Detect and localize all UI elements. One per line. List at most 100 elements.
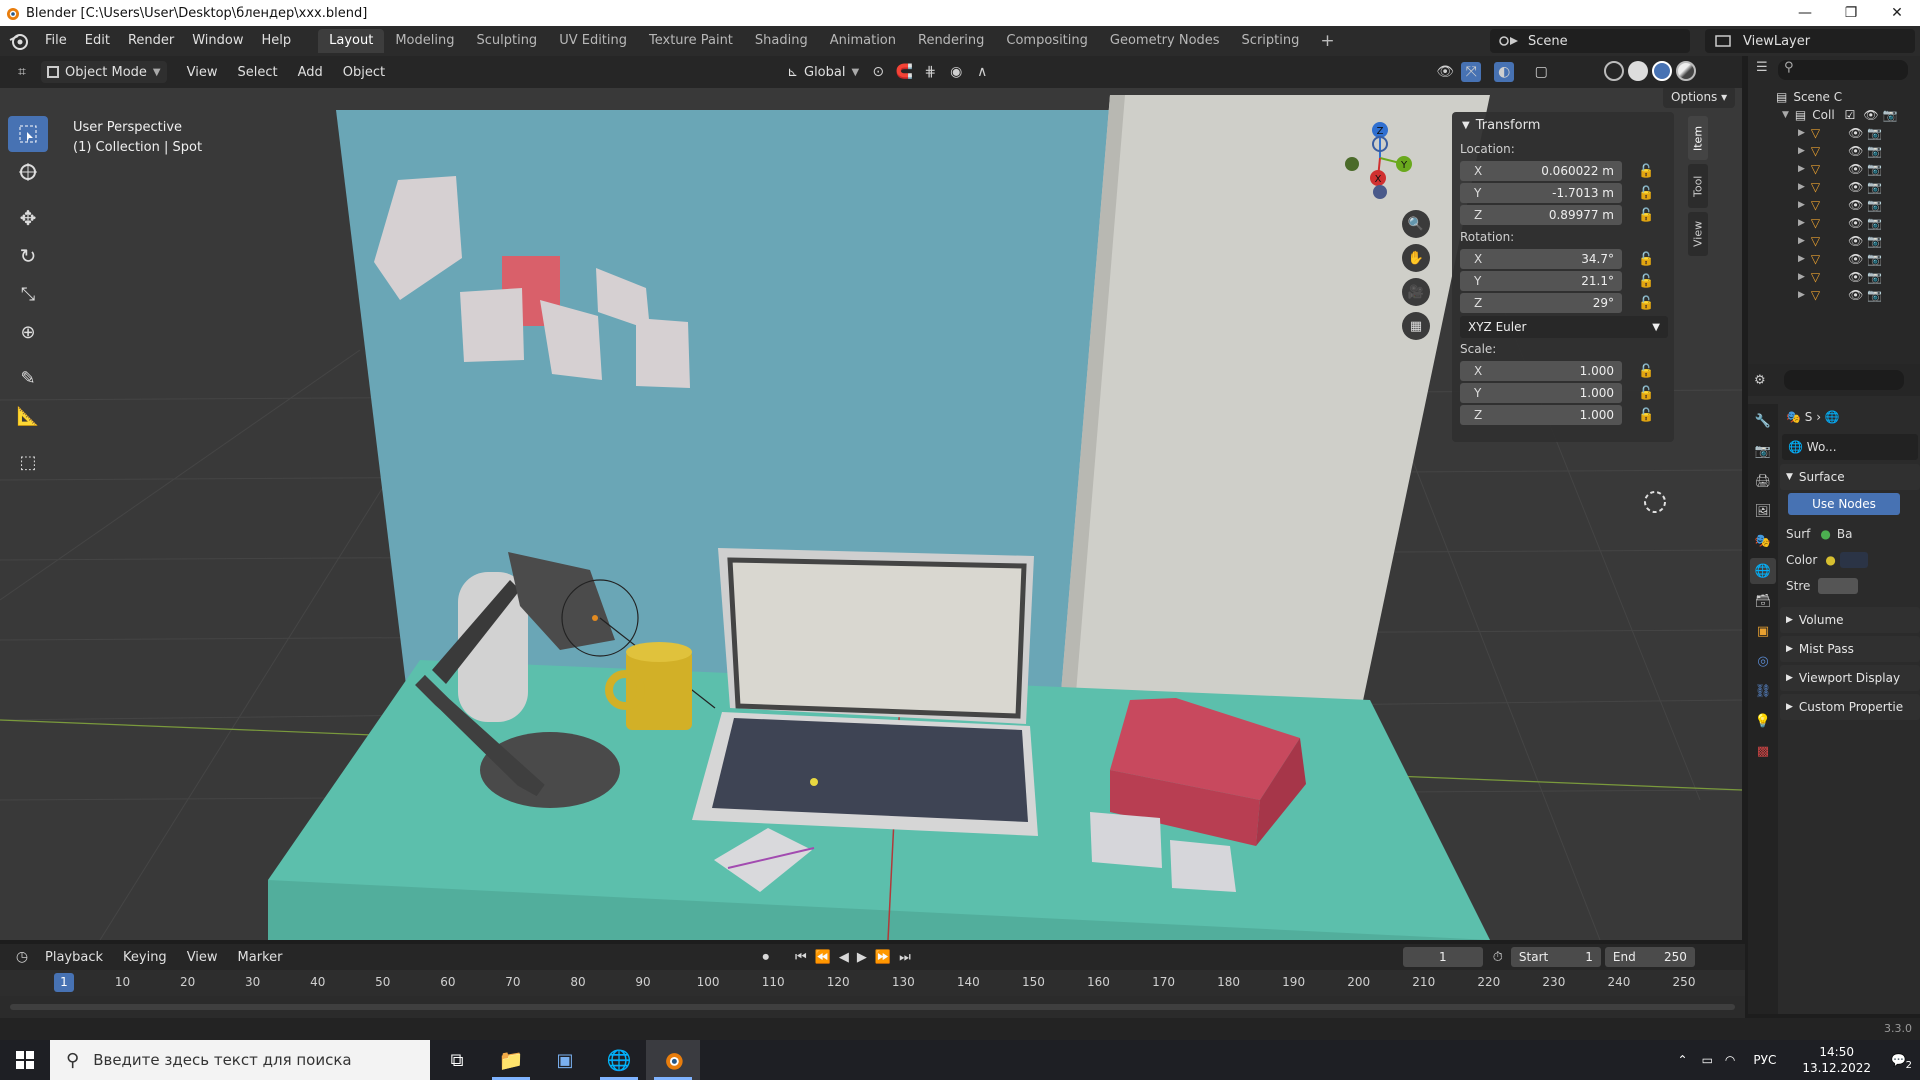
camera-view-button[interactable]: 🎥 — [1402, 278, 1430, 306]
data-tab[interactable]: 💡 — [1750, 708, 1776, 734]
view-layer-tab[interactable]: 🖼 — [1750, 498, 1776, 524]
surface-panel-header[interactable]: ▼ Surface — [1780, 464, 1920, 490]
eye-icon[interactable]: 👁 — [1848, 198, 1863, 212]
rendered-shading-icon[interactable] — [1676, 61, 1696, 81]
clock[interactable]: 14:50 13.12.2022 — [1802, 1044, 1871, 1076]
solid-shading-icon[interactable] — [1628, 61, 1648, 81]
menu-marker[interactable]: Marker — [228, 950, 293, 965]
annotate-tool[interactable]: ✎ — [8, 360, 48, 396]
tab-view[interactable]: View — [1688, 212, 1708, 256]
scale-tool[interactable]: ⤡ — [8, 276, 48, 312]
prev-keyframe-icon[interactable]: ⏪ — [815, 950, 831, 965]
object-tab[interactable]: ▣ — [1750, 618, 1776, 644]
editor-type-icon[interactable]: ⌗ — [12, 62, 32, 82]
location-y-field[interactable]: Y -1.7013 m — [1460, 183, 1622, 203]
editor-type-icon[interactable]: ◷ — [12, 947, 32, 967]
camera-icon[interactable]: 📷 — [1867, 180, 1882, 194]
chevron-up-icon[interactable]: ⌃ — [1678, 1053, 1688, 1067]
menu-timeline-view[interactable]: View — [177, 950, 228, 965]
notification-icon[interactable]: 💬 2 — [1891, 1053, 1912, 1071]
timeline-scrollbar[interactable] — [10, 1004, 1735, 1010]
ortho-toggle-button[interactable]: ▦ — [1402, 312, 1430, 340]
tab-shading[interactable]: Shading — [744, 29, 819, 53]
menu-file[interactable]: File — [36, 26, 76, 56]
snap-target-icon[interactable]: ⋕ — [920, 62, 940, 82]
view-layer-selector[interactable]: ViewLayer — [1705, 29, 1915, 53]
world-tab[interactable]: 🌐 — [1750, 558, 1776, 584]
select-box-tool[interactable] — [8, 116, 48, 152]
tool-tab[interactable]: 🔧 — [1750, 408, 1776, 434]
properties-search[interactable] — [1783, 370, 1904, 390]
output-tab[interactable]: 🖨 — [1750, 468, 1776, 494]
scale-y-field[interactable]: Y 1.000 — [1460, 383, 1622, 403]
outliner-scene-row[interactable]: ▤ Scene C — [1748, 88, 1920, 106]
eye-icon[interactable]: 👁 — [1848, 126, 1863, 140]
cursor-tool[interactable] — [8, 154, 48, 190]
snap-icon[interactable]: 🧲 — [894, 62, 914, 82]
orientation-dropdown[interactable]: ⊾ Global ▼ — [781, 61, 865, 83]
menu-edit[interactable]: Edit — [76, 26, 119, 56]
wifi-icon[interactable]: ◠ — [1725, 1053, 1735, 1067]
record-icon[interactable]: ⏺ — [762, 950, 769, 965]
chrome-button[interactable]: 🌐 — [592, 1040, 646, 1080]
outliner-object-row[interactable]: ▶ ▽ 👁 📷 — [1748, 286, 1920, 304]
outliner-object-row[interactable]: ▶ ▽ 👁 📷 — [1748, 268, 1920, 286]
camera-icon[interactable]: 📷 — [1867, 198, 1882, 212]
camera-icon[interactable]: 📷 — [1867, 216, 1882, 230]
timeline-ruler[interactable]: 1 11020304050607080901001101201301401501… — [0, 970, 1745, 996]
lock-icon[interactable]: 🔓 — [1638, 386, 1654, 401]
constraints-tab[interactable]: ⛓ — [1750, 678, 1776, 704]
world-selector[interactable]: 🌐 Wo... — [1782, 434, 1918, 460]
jump-start-icon[interactable]: ⏮ — [795, 950, 807, 965]
tab-sculpting[interactable]: Sculpting — [465, 29, 548, 53]
volume-panel-header[interactable]: ▶ Volume — [1780, 607, 1920, 633]
render-tab[interactable]: 📷 — [1750, 438, 1776, 464]
eye-icon[interactable]: 👁 — [1848, 234, 1863, 248]
outliner-object-row[interactable]: ▶ ▽ 👁 📷 — [1748, 196, 1920, 214]
tab-item[interactable]: Item — [1688, 116, 1708, 160]
scale-x-field[interactable]: X 1.000 — [1460, 361, 1622, 381]
texture-tab[interactable]: ▩ — [1750, 738, 1776, 764]
restore-icon[interactable]: ❐ — [1828, 0, 1874, 26]
outliner-search[interactable]: ⚲ — [1778, 60, 1908, 80]
transform-tool[interactable]: ⊕ — [8, 314, 48, 350]
location-x-field[interactable]: X 0.060022 m — [1460, 161, 1622, 181]
end-frame-field[interactable]: End 250 — [1604, 947, 1695, 967]
location-z-field[interactable]: Z 0.89977 m — [1460, 205, 1622, 225]
scene-selector[interactable]: Scene — [1490, 29, 1690, 53]
outliner-object-row[interactable]: ▶ ▽ 👁 📷 — [1748, 232, 1920, 250]
outliner-object-row[interactable]: ▶ ▽ 👁 📷 — [1748, 214, 1920, 232]
lock-icon[interactable]: 🔓 — [1638, 208, 1654, 223]
editor-type-icon[interactable]: ⚙ — [1754, 373, 1766, 388]
falloff-icon[interactable]: ∧ — [972, 62, 992, 82]
physics-tab[interactable]: ◎ — [1750, 648, 1776, 674]
material-shading-icon[interactable] — [1652, 61, 1672, 81]
lock-icon[interactable]: 🔓 — [1638, 186, 1654, 201]
outliner-object-row[interactable]: ▶ ▽ 👁 📷 — [1748, 142, 1920, 160]
rotation-y-field[interactable]: Y 21.1° — [1460, 271, 1622, 291]
menu-select[interactable]: Select — [227, 65, 287, 80]
tab-layout[interactable]: Layout — [318, 29, 385, 53]
gizmo-toggle-icon[interactable]: ⤧ — [1461, 62, 1482, 82]
menu-keying[interactable]: Keying — [113, 950, 177, 965]
camera-icon[interactable]: 📷 — [1867, 162, 1882, 176]
lock-icon[interactable]: 🔓 — [1638, 164, 1654, 179]
battery-icon[interactable]: ▭ — [1702, 1053, 1713, 1067]
tab-rendering[interactable]: Rendering — [907, 29, 995, 53]
rotation-z-field[interactable]: Z 29° — [1460, 293, 1622, 313]
menu-window[interactable]: Window — [183, 26, 252, 56]
close-icon[interactable]: ✕ — [1874, 0, 1920, 26]
taskbar-search[interactable]: ⚲ Введите здесь текст для поиска — [50, 1040, 430, 1080]
tab-compositing[interactable]: Compositing — [995, 29, 1099, 53]
eye-icon[interactable]: 👁 — [1848, 180, 1863, 194]
eye-icon[interactable]: 👁 — [1848, 270, 1863, 284]
blender-taskbar-button[interactable] — [646, 1040, 700, 1080]
pivot-icon[interactable]: ⊙ — [868, 62, 888, 82]
add-workspace-button[interactable]: + — [1310, 31, 1344, 51]
mode-dropdown[interactable]: Object Mode ▼ — [41, 61, 167, 83]
tab-texture-paint[interactable]: Texture Paint — [638, 29, 744, 53]
outliner-object-row[interactable]: ▶ ▽ 👁 📷 — [1748, 250, 1920, 268]
scene-tab[interactable]: 🎭 — [1750, 528, 1776, 554]
eye-icon[interactable]: 👁 — [1848, 162, 1863, 176]
tab-scripting[interactable]: Scripting — [1231, 29, 1311, 53]
